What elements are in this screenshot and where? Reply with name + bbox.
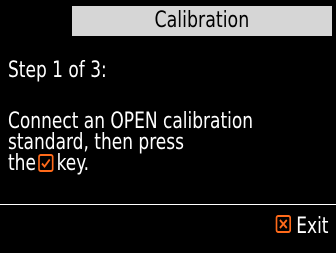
check-key-icon — [38, 154, 54, 176]
page-title: Calibration — [154, 8, 250, 33]
exit-button[interactable]: Exit — [275, 211, 328, 241]
instructions-line-3: the key. — [8, 151, 253, 176]
exit-label: Exit — [295, 213, 328, 239]
instructions-line-3-after: key. — [56, 151, 90, 176]
footer-divider — [0, 204, 336, 205]
step-indicator: Step 1 of 3: — [8, 58, 107, 83]
x-key-icon — [275, 214, 291, 239]
title-bar: Calibration — [72, 6, 332, 36]
instructions-line-3-before: the — [8, 151, 36, 176]
instructions-line-2: standard, then press — [8, 130, 185, 155]
instructions-text: Connect an OPEN calibration standard, th… — [8, 111, 253, 176]
